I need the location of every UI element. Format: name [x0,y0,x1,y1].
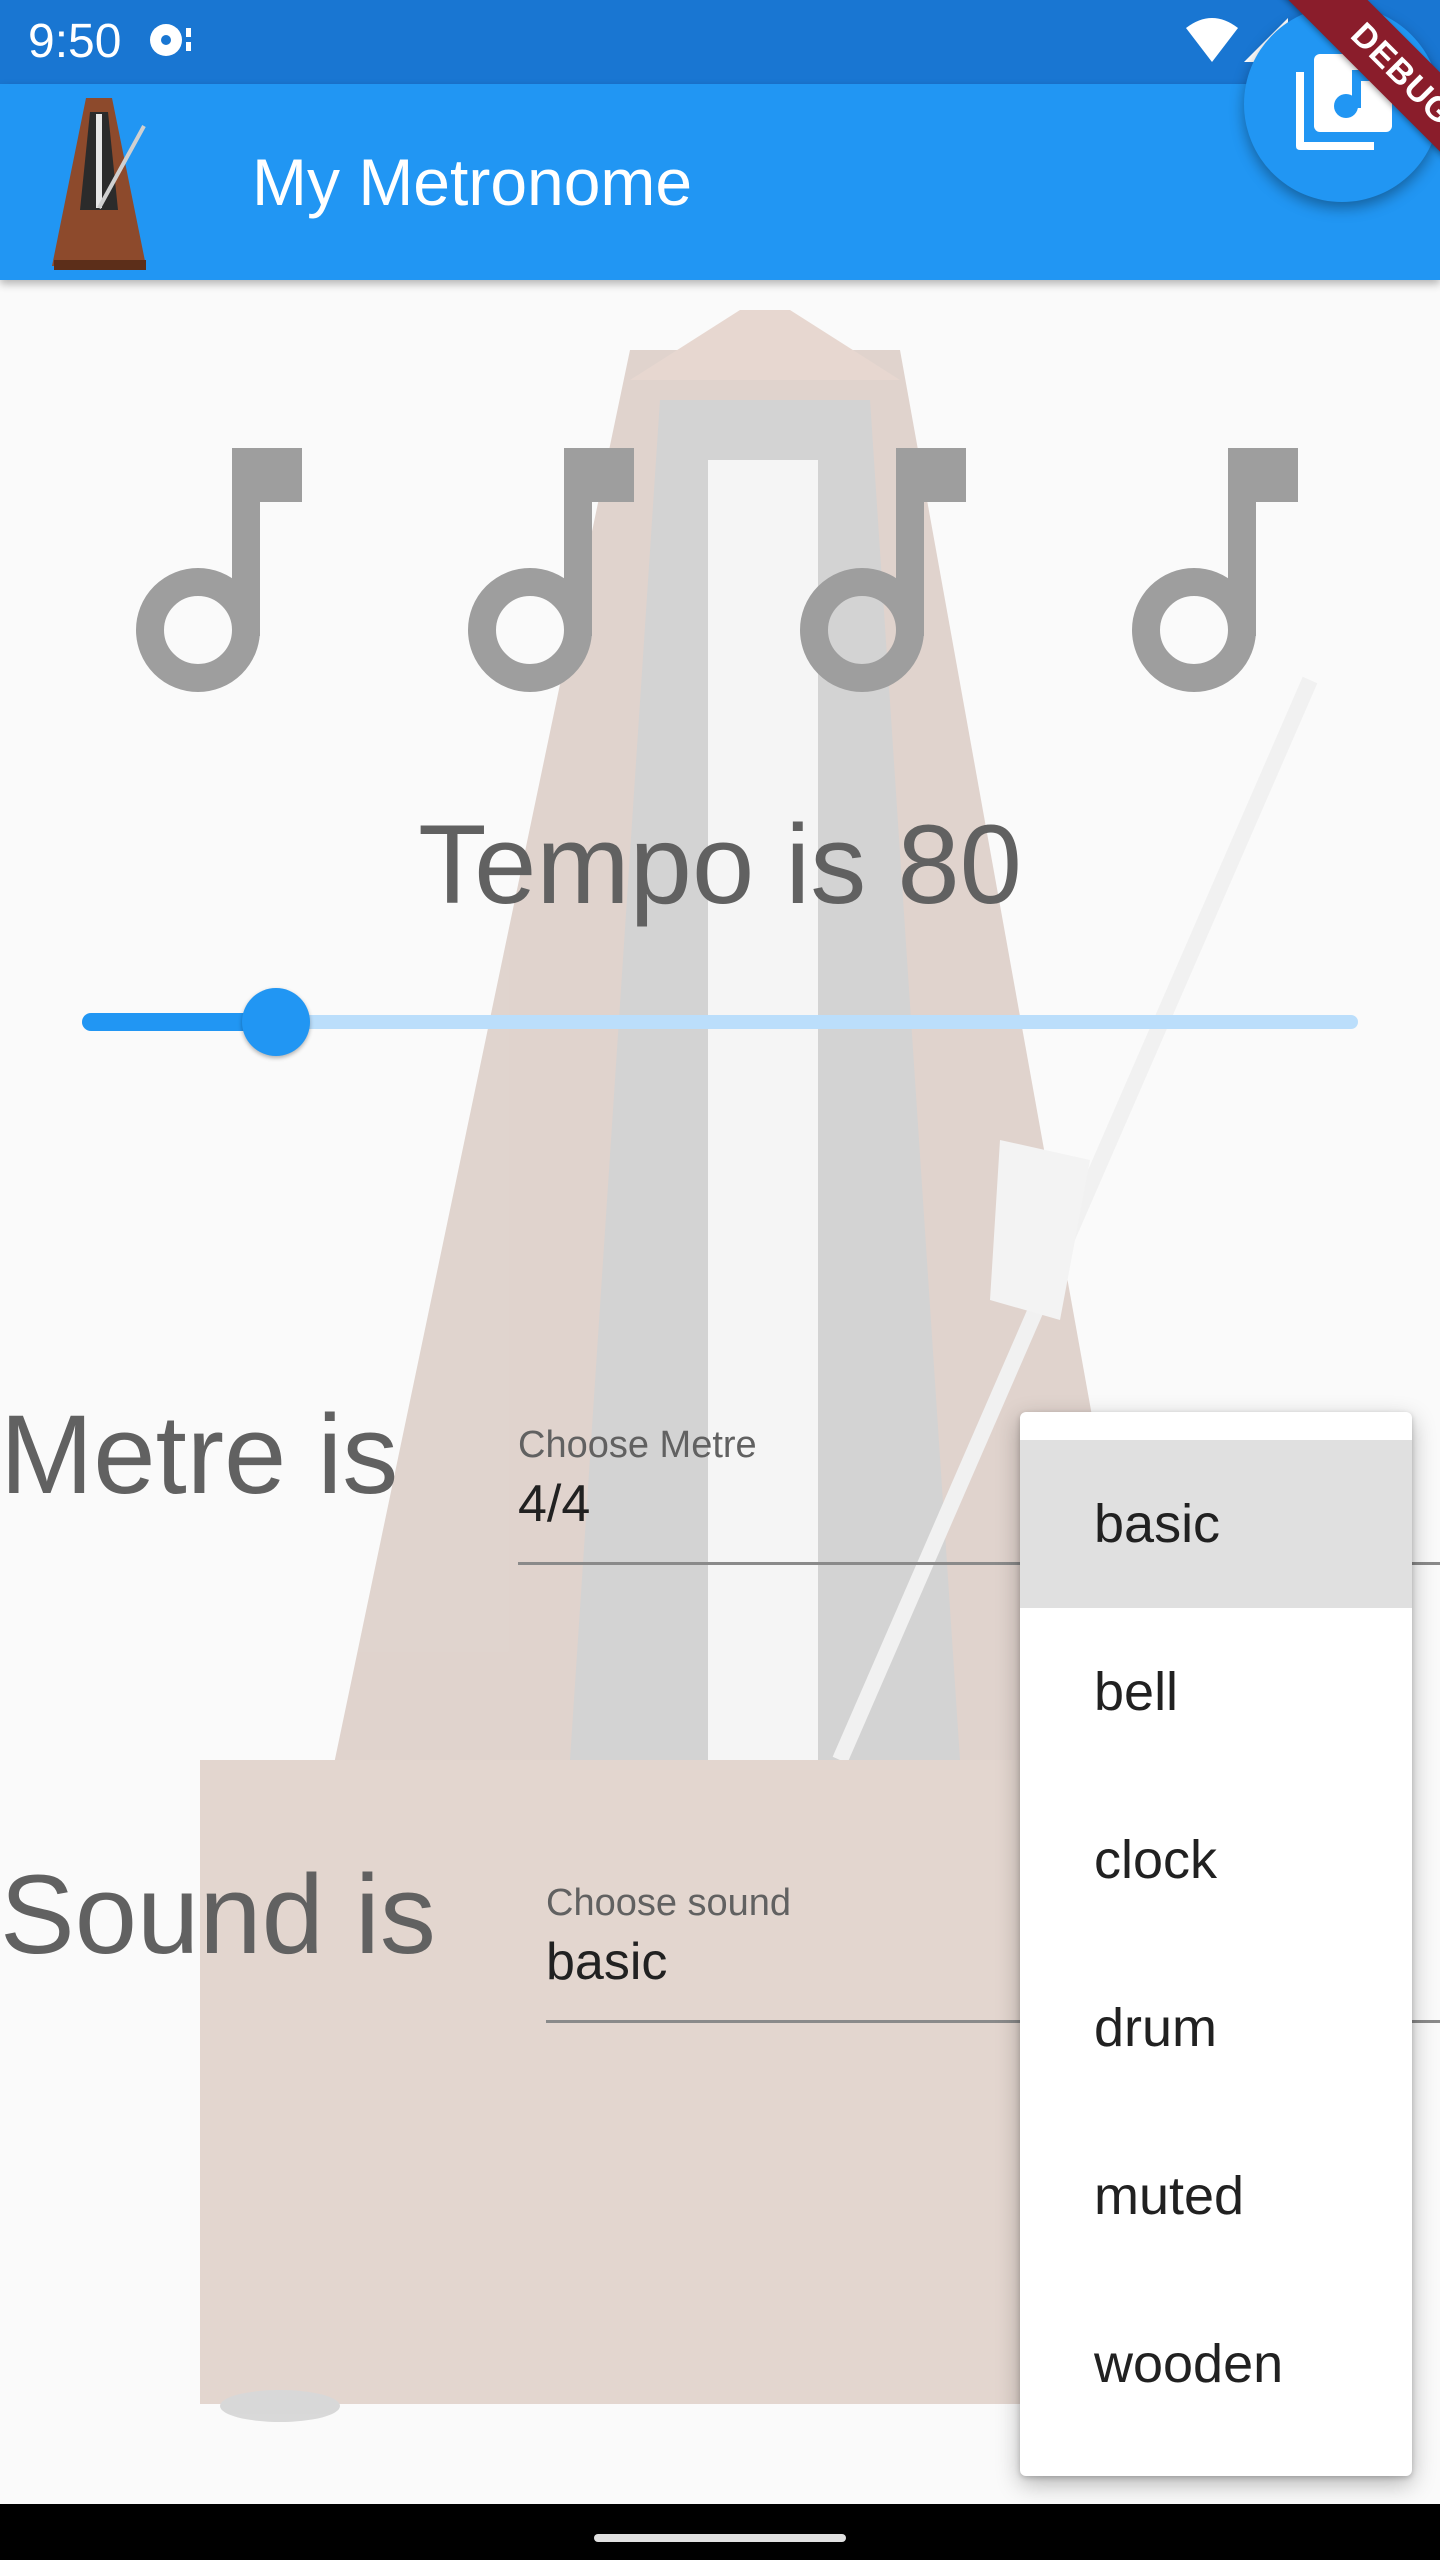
app-bar: My Metronome [0,84,1440,280]
metre-field-label: Choose Metre [518,1424,757,1466]
wifi-icon [1184,16,1240,69]
status-time: 9:50 [28,15,122,68]
menu-item-wooden[interactable]: wooden [1020,2280,1412,2448]
status-bar: 9:50 [0,0,1440,84]
tempo-slider[interactable] [82,980,1358,1064]
beat-note-icon[interactable] [800,440,970,705]
sound-dropdown-menu: basic bell clock drum muted wooden [1020,1412,1412,2476]
metre-field-value: 4/4 [518,1475,591,1533]
tempo-label: Tempo is 80 [418,802,1022,927]
beat-note-icon[interactable] [1132,440,1302,705]
sound-field-label: Choose sound [546,1882,792,1924]
media-disc-icon [146,18,196,67]
sound-field-value: basic [546,1933,668,1991]
menu-item-basic[interactable]: basic [1020,1440,1412,1608]
menu-item-drum[interactable]: drum [1020,1944,1412,2112]
menu-item-bell[interactable]: bell [1020,1608,1412,1776]
menu-item-clock[interactable]: clock [1020,1776,1412,1944]
gesture-handle[interactable] [594,2534,846,2542]
menu-item-muted[interactable]: muted [1020,2112,1412,2280]
sound-label: Sound is [0,1852,436,1977]
beat-note-icon[interactable] [468,440,638,705]
navigation-bar [0,2504,1440,2560]
beat-note-icon[interactable] [136,440,306,705]
app-title: My Metronome [252,145,693,219]
metre-label: Metre is [0,1392,399,1517]
slider-thumb[interactable] [242,988,310,1056]
metronome-logo-icon [46,90,158,281]
